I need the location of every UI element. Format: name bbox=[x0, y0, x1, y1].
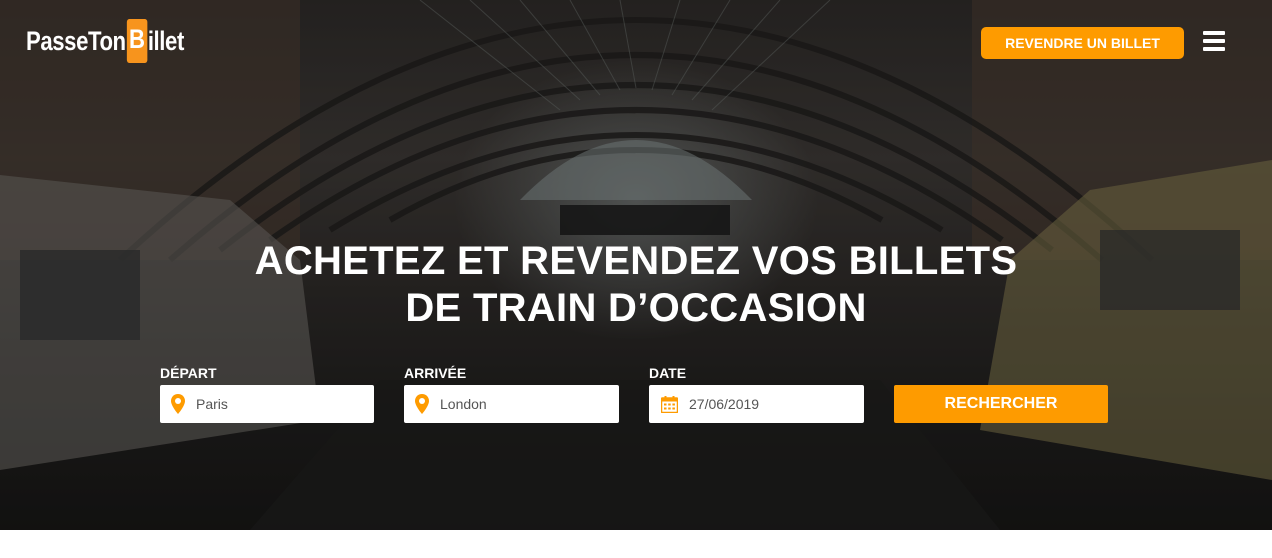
arrival-label: ARRIVÉE bbox=[404, 365, 467, 381]
departure-field[interactable] bbox=[160, 385, 374, 423]
arrival-input[interactable] bbox=[440, 396, 610, 412]
site-logo[interactable]: PasseTon B illet bbox=[26, 18, 219, 64]
search-button[interactable]: RECHERCHER bbox=[894, 385, 1108, 423]
logo-text-part1: PasseTon bbox=[26, 25, 126, 56]
headline-line-2: DE TRAIN D’OCCASION bbox=[405, 286, 867, 330]
arrival-field[interactable] bbox=[404, 385, 619, 423]
resell-ticket-button[interactable]: REVENDRE UN BILLET bbox=[981, 27, 1184, 59]
date-field[interactable] bbox=[649, 385, 864, 423]
calendar-icon bbox=[649, 395, 689, 413]
map-pin-icon bbox=[160, 394, 196, 414]
departure-label: DÉPART bbox=[160, 365, 217, 381]
date-input[interactable] bbox=[689, 396, 859, 412]
hero-headline: ACHETEZ ET REVENDEZ VOS BILLETS DE TRAIN… bbox=[236, 238, 1036, 332]
hamburger-menu-icon[interactable] bbox=[1203, 31, 1225, 53]
logo-text-part2: illet bbox=[147, 25, 185, 56]
map-pin-icon bbox=[404, 394, 440, 414]
date-label: DATE bbox=[649, 365, 687, 381]
departure-input[interactable] bbox=[196, 396, 366, 412]
headline-line-1: ACHETEZ ET REVENDEZ VOS BILLETS bbox=[254, 239, 1018, 283]
logo-ticket-letter: B bbox=[126, 19, 148, 63]
